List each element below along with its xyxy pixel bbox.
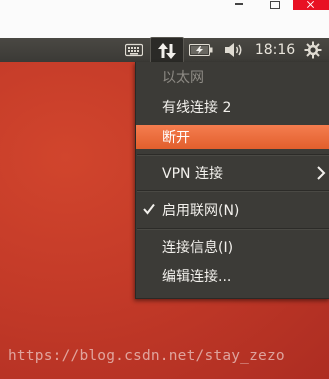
network-menu: 以太网 有线连接 2 断开 VPN 连接 启用联网(N) 连接信息(I) 编辑连… <box>135 62 329 299</box>
chevron-right-icon <box>316 166 326 184</box>
top-panel: 18:16 <box>0 37 329 64</box>
window-title-strip <box>0 0 329 38</box>
menu-item-edit-connections[interactable]: 编辑连接... <box>136 264 329 288</box>
clock[interactable]: 18:16 <box>252 38 298 62</box>
close-button[interactable] <box>293 0 329 10</box>
watermark: https://blog.csdn.net/stay_zezo <box>8 348 285 364</box>
minimize-button[interactable] <box>221 0 257 10</box>
menu-item-disconnect[interactable]: 断开 <box>136 125 329 149</box>
network-updown-icon[interactable] <box>150 37 184 64</box>
volume-icon[interactable] <box>222 38 246 62</box>
menu-item-wired-connection-2[interactable]: 有线连接 2 <box>136 95 329 119</box>
menu-separator <box>137 190 329 192</box>
menu-separator <box>137 228 329 230</box>
menu-item-ethernet-header: 以太网 <box>162 70 204 86</box>
gear-icon[interactable] <box>300 38 326 62</box>
menu-separator <box>137 154 329 156</box>
check-icon <box>143 203 155 219</box>
keyboard-icon[interactable] <box>123 38 145 62</box>
maximize-button[interactable] <box>257 0 293 10</box>
menu-item-connection-info[interactable]: 连接信息(I) <box>136 235 329 259</box>
menu-item-vpn-connections[interactable]: VPN 连接 <box>136 161 329 185</box>
battery-icon[interactable] <box>188 38 214 62</box>
window-controls <box>221 0 329 10</box>
menu-item-enable-networking[interactable]: 启用联网(N) <box>136 198 329 222</box>
